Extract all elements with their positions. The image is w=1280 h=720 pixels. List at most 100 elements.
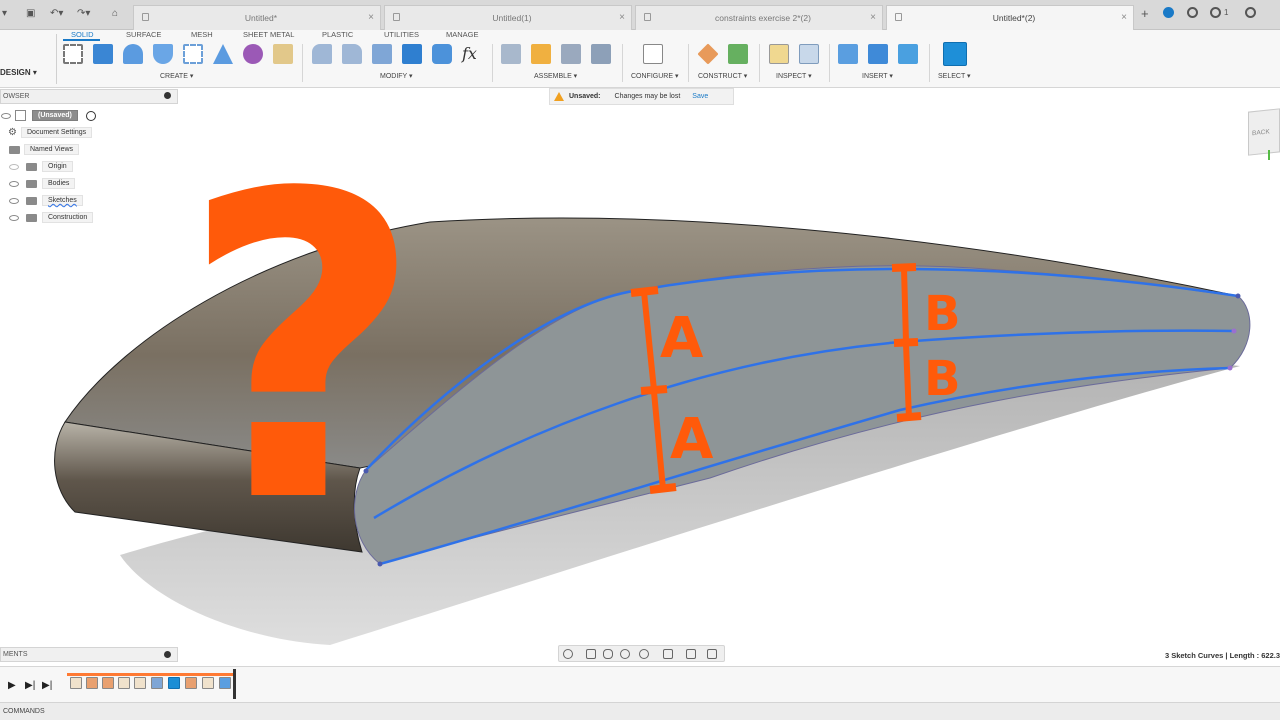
sketch-point[interactable]	[1231, 328, 1237, 334]
sweep-icon[interactable]	[153, 44, 173, 64]
assemble-menu[interactable]: ASSEMBLE ▾	[534, 72, 577, 80]
interference-icon[interactable]	[799, 44, 819, 64]
midplane-icon[interactable]	[728, 44, 748, 64]
tab-sheet-metal[interactable]: SHEET METAL	[243, 30, 294, 39]
tab-untitled-1[interactable]: Untitled(1) ×	[384, 5, 632, 30]
canvas-icon[interactable]	[898, 44, 918, 64]
eye-icon[interactable]	[9, 198, 19, 204]
measure-icon[interactable]	[769, 44, 789, 64]
redo-icon[interactable]: ↷▾	[77, 8, 90, 19]
workspace-switcher[interactable]: DESIGN ▾	[0, 68, 37, 77]
new-component-icon[interactable]	[501, 44, 521, 64]
shell-icon[interactable]	[402, 44, 422, 64]
tab-untitled-2[interactable]: Untitled*(2) ×	[886, 5, 1134, 30]
view-cube[interactable]: BACK	[1248, 108, 1280, 156]
insert-derive-icon[interactable]	[838, 44, 858, 64]
sketch-point[interactable]	[1235, 293, 1241, 299]
extrude-icon[interactable]	[93, 44, 113, 64]
select-menu[interactable]: SELECT ▾	[938, 72, 971, 80]
create-menu[interactable]: CREATE ▾	[160, 72, 193, 80]
play-icon[interactable]: ▶	[8, 680, 16, 691]
save-icon[interactable]: ▣	[26, 8, 35, 19]
zoom-icon[interactable]	[620, 649, 630, 659]
tab-mesh[interactable]: MESH	[191, 30, 213, 39]
activate-icon[interactable]	[86, 111, 96, 121]
timeline-sketch-icon[interactable]	[134, 677, 146, 689]
parameters-icon[interactable]: fx	[462, 44, 482, 64]
browser-panel-header[interactable]: OWSER	[0, 89, 178, 104]
tab-plastic[interactable]: PLASTIC	[322, 30, 353, 39]
press-pull-icon[interactable]	[312, 44, 332, 64]
home-icon[interactable]: ⌂	[112, 8, 118, 19]
joint-icon[interactable]	[531, 44, 551, 64]
form-icon[interactable]	[243, 44, 263, 64]
timeline-loft-icon[interactable]	[151, 677, 163, 689]
timeline-plane-icon[interactable]	[185, 677, 197, 689]
design-canvas[interactable]: A A B B ?	[0, 105, 1280, 645]
sketch-point[interactable]	[1227, 365, 1233, 371]
select-icon[interactable]	[943, 42, 967, 66]
comments-panel-header[interactable]: MENTS	[0, 647, 178, 662]
timeline-sketch-selected-icon[interactable]	[168, 677, 180, 689]
timeline-extrude-icon[interactable]	[219, 677, 231, 689]
undo-icon[interactable]: ↶▾	[50, 8, 63, 19]
notifications-icon[interactable]	[1210, 7, 1221, 18]
joint-origin-icon[interactable]	[591, 44, 611, 64]
viewports-icon[interactable]	[707, 649, 717, 659]
modify-menu[interactable]: MODIFY ▾	[380, 72, 413, 80]
look-at-icon[interactable]	[586, 649, 596, 659]
job-status-icon[interactable]	[1187, 7, 1198, 18]
help-icon[interactable]	[1245, 7, 1256, 18]
tab-utilities[interactable]: UTILITIES	[384, 30, 419, 39]
inspect-menu[interactable]: INSPECT ▾	[776, 72, 812, 80]
eye-icon[interactable]	[9, 181, 19, 187]
timeline-marker[interactable]	[233, 669, 236, 699]
step-forward-icon[interactable]: ▶|	[25, 680, 35, 691]
grid-settings-icon[interactable]	[686, 649, 696, 659]
as-built-joint-icon[interactable]	[561, 44, 581, 64]
close-icon[interactable]: ×	[619, 12, 625, 23]
close-icon[interactable]: ×	[1121, 12, 1127, 23]
tab-untitled[interactable]: Untitled* ×	[133, 5, 381, 30]
new-tab-icon[interactable]: +	[1141, 6, 1149, 21]
fit-icon[interactable]	[639, 649, 649, 659]
tab-solid[interactable]: SOLID	[71, 30, 94, 39]
text-commands-bar[interactable]: COMMANDS	[0, 702, 1280, 720]
close-icon[interactable]: ×	[368, 12, 374, 23]
offset-plane-icon[interactable]	[697, 43, 719, 65]
eye-icon[interactable]	[9, 215, 19, 221]
display-settings-icon[interactable]	[663, 649, 673, 659]
collapse-icon[interactable]	[164, 651, 171, 658]
timeline-sketch-icon[interactable]	[118, 677, 130, 689]
go-to-end-icon[interactable]: ▶|	[42, 680, 52, 691]
combine-icon[interactable]	[432, 44, 452, 64]
orbit-icon[interactable]	[563, 649, 573, 659]
timeline-plane-icon[interactable]	[102, 677, 114, 689]
eye-icon[interactable]	[1, 113, 11, 119]
rib-icon[interactable]	[213, 44, 233, 64]
chamfer-icon[interactable]	[372, 44, 392, 64]
construct-menu[interactable]: CONSTRUCT ▾	[698, 72, 747, 80]
insert-mcmaster-icon[interactable]	[868, 44, 888, 64]
extensions-icon[interactable]	[1163, 7, 1174, 18]
timeline-plane-icon[interactable]	[86, 677, 98, 689]
configure-menu[interactable]: CONFIGURE ▾	[631, 72, 678, 80]
insert-menu[interactable]: INSERT ▾	[862, 72, 893, 80]
pan-icon[interactable]	[603, 649, 613, 659]
loft-icon[interactable]	[183, 44, 203, 64]
save-link[interactable]: Save	[692, 93, 708, 100]
configure-icon[interactable]	[643, 44, 663, 64]
timeline-sketch-icon[interactable]	[202, 677, 214, 689]
tab-surface[interactable]: SURFACE	[126, 30, 161, 39]
close-icon[interactable]: ×	[870, 12, 876, 23]
collapse-icon[interactable]	[164, 92, 171, 99]
timeline-sketch-icon[interactable]	[70, 677, 82, 689]
revolve-icon[interactable]	[123, 44, 143, 64]
app-menu-icon[interactable]: ▾	[2, 8, 7, 19]
eye-icon[interactable]	[9, 164, 19, 170]
derive-icon[interactable]	[273, 44, 293, 64]
fillet-icon[interactable]	[342, 44, 362, 64]
tab-constraints-exercise[interactable]: constraints exercise 2*(2) ×	[635, 5, 883, 30]
create-sketch-icon[interactable]	[63, 44, 83, 64]
tab-manage[interactable]: MANAGE	[446, 30, 479, 39]
